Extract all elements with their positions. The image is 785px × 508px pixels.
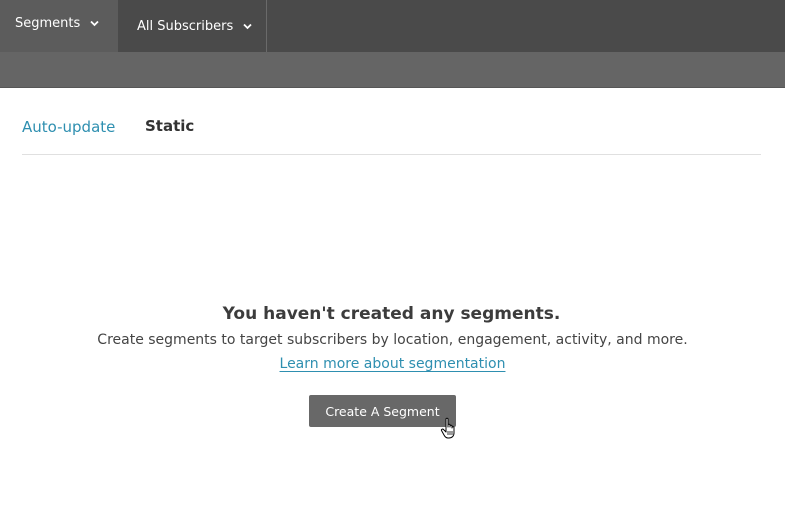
tab-static[interactable]: Static xyxy=(145,117,194,135)
audience-dropdown[interactable]: All Subscribers xyxy=(118,0,267,52)
segments-dropdown[interactable]: Segments xyxy=(0,0,118,52)
top-navigation-bar: Segments All Subscribers xyxy=(0,0,785,52)
empty-state: You haven't created any segments. Create… xyxy=(0,302,785,374)
hand-pointer-icon xyxy=(440,417,455,439)
segments-dropdown-label: Segments xyxy=(15,15,81,31)
tab-auto-update[interactable]: Auto-update xyxy=(22,118,115,136)
create-segment-button[interactable]: Create A Segment xyxy=(309,395,456,427)
empty-state-title: You haven't created any segments. xyxy=(222,304,561,324)
learn-more-link[interactable]: Learn more about segmentation xyxy=(280,354,506,374)
chevron-down-icon xyxy=(243,23,252,29)
empty-state-description: Create segments to target subscribers by… xyxy=(97,332,688,348)
chevron-down-icon xyxy=(90,20,99,26)
sub-toolbar xyxy=(0,52,785,88)
segment-type-tabs: Auto-update Static xyxy=(22,88,761,155)
audience-dropdown-label: All Subscribers xyxy=(137,18,234,34)
